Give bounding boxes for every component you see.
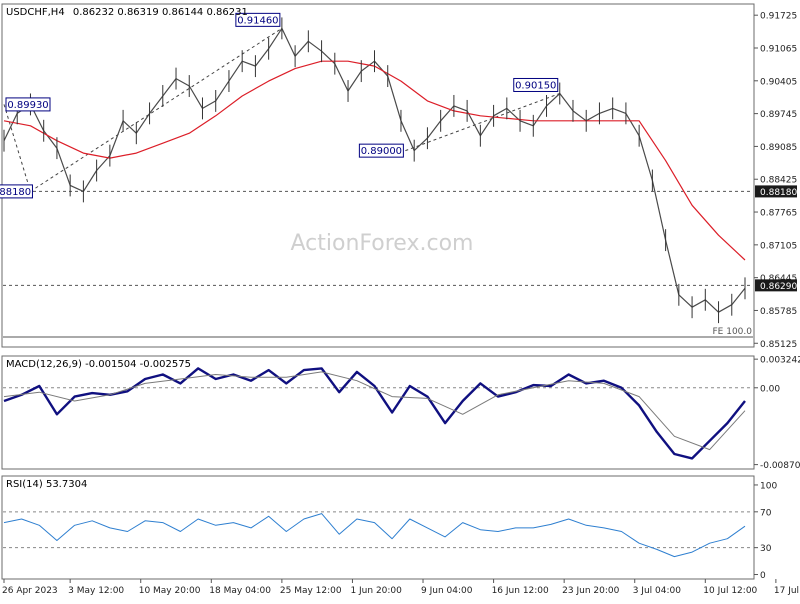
annotation-label: 0.90150 — [515, 80, 556, 91]
macd-tick-label: 0.003242 — [760, 356, 800, 366]
price-title-ohlc: 0.86232 0.86319 0.86144 0.86231 — [73, 7, 248, 18]
price-tick-label: 0.87765 — [760, 209, 797, 219]
rsi-axis: 100 70 30 0 — [754, 481, 777, 581]
macd-tick-label: 0.00 — [760, 384, 780, 394]
rsi-tick-label: 100 — [760, 481, 777, 491]
time-tick-label: 26 Apr 2023 — [2, 586, 58, 596]
price-tick-label: 0.89085 — [760, 143, 797, 153]
price-tick-label: 0.88425 — [760, 176, 797, 186]
time-tick-label: 16 Jun 12:00 — [492, 586, 549, 596]
time-tick-label: 17 Jul 20:00 — [774, 586, 800, 596]
time-tick-label: 23 Jun 20:00 — [562, 586, 619, 596]
price-tick-label: 0.91065 — [760, 44, 797, 54]
annotation-label: 0.89000 — [361, 146, 402, 157]
annotation-fe-label: FE 100.0 — [713, 327, 753, 337]
macd-title: MACD(12,26,9) -0.001504 -0.002575 — [6, 359, 191, 370]
time-tick-label: 3 Jul 04:00 — [633, 586, 682, 596]
macd-panel — [1, 355, 755, 470]
time-tick-label: 18 May 04:00 — [209, 586, 271, 596]
price-tick-label: 0.85125 — [760, 340, 797, 350]
price-tick-label: 0.90405 — [760, 77, 797, 87]
macd-axis: 0.003242 0.00 -0.008703 — [754, 356, 800, 471]
annotation-label: 0.89930 — [7, 100, 48, 111]
rsi-tick-label: 70 — [760, 508, 772, 518]
time-tick-label: 3 May 12:00 — [68, 586, 124, 596]
price-title: USDCHF,H4 0.86232 0.86319 0.86144 0.8623… — [6, 7, 248, 18]
time-axis: 26 Apr 2023 3 May 12:00 10 May 20:00 18 May… — [2, 579, 800, 596]
price-label-text: 0.88180 — [760, 188, 797, 198]
rsi-tick-label: 30 — [760, 544, 772, 554]
rsi-title: RSI(14) 53.7304 — [6, 479, 87, 490]
price-tick-label: 0.91725 — [760, 12, 797, 22]
price-tick-label: 0.89745 — [760, 110, 797, 120]
watermark: ActionForex.com — [291, 231, 474, 256]
price-title-name: USDCHF,H4 — [6, 7, 65, 18]
price-panel — [1, 3, 755, 348]
time-tick-label: 10 May 20:00 — [139, 586, 201, 596]
time-tick-label: 10 Jul 12:00 — [703, 586, 757, 596]
chart-root: ActionForex.com 0.914600.899300.881800.9… — [0, 0, 800, 600]
time-tick-label: 9 Jun 04:00 — [421, 586, 473, 596]
chart-svg: ActionForex.com 0.914600.899300.881800.9… — [0, 3, 800, 596]
price-tick-label: 0.87105 — [760, 241, 797, 251]
annotation-label: 0.88180 — [0, 187, 31, 198]
price-axis: 0.91725 0.91065 0.90405 0.89745 0.89085 0.884… — [754, 12, 797, 350]
macd-tick-label: -0.008703 — [760, 461, 800, 471]
time-tick-label: 1 Jun 20:00 — [350, 586, 402, 596]
rsi-tick-label: 0 — [760, 571, 766, 581]
rsi-panel — [1, 475, 755, 580]
time-tick-label: 25 May 12:00 — [280, 586, 342, 596]
price-tick-label: 0.85785 — [760, 307, 797, 317]
price-label-text: 0.86290 — [760, 282, 797, 292]
